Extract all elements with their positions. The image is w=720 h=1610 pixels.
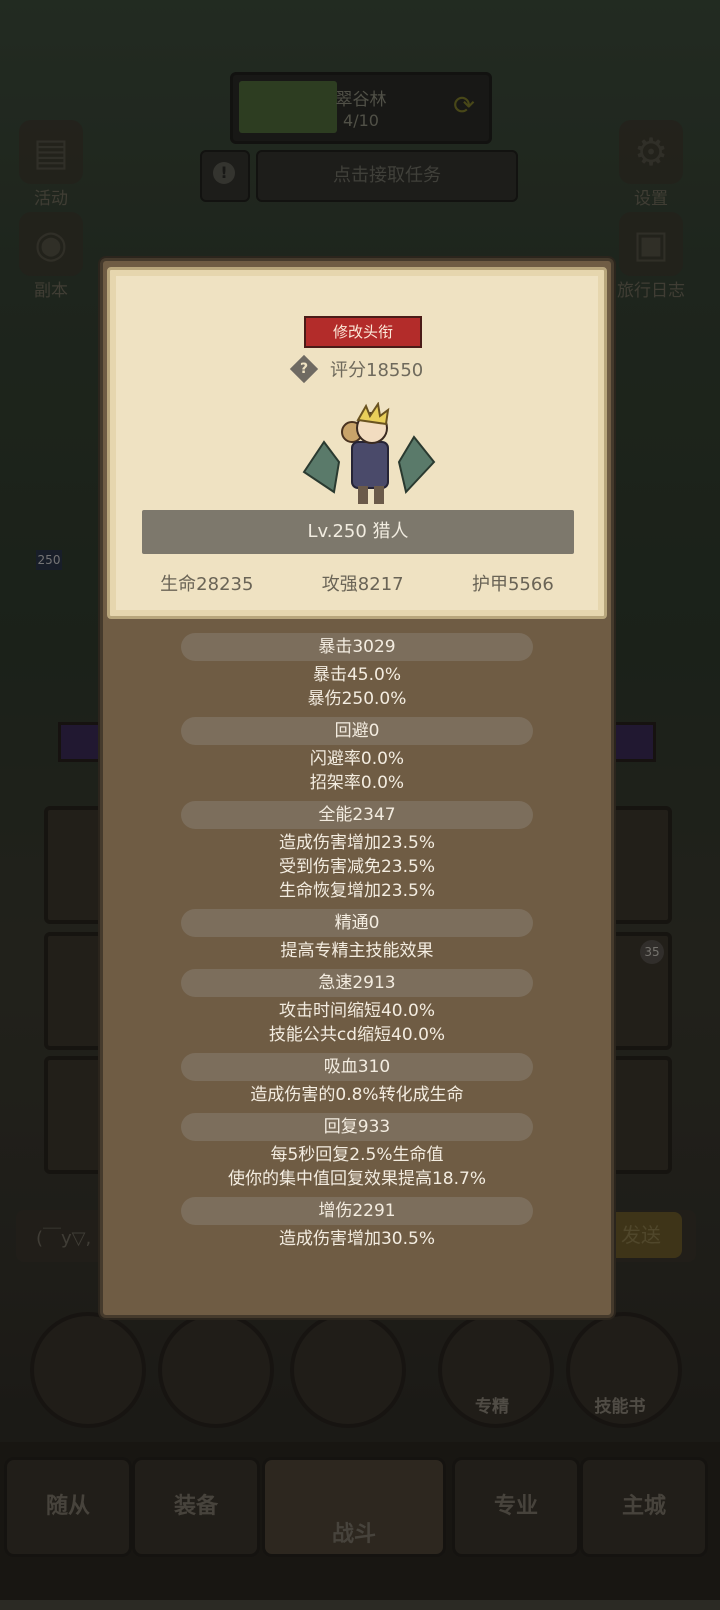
hunter-avatar <box>302 402 436 504</box>
stat-group-regen: 回复933 每5秒回复2.5%生命值 使你的集中值回复效果提高18.7% <box>103 1113 611 1191</box>
stat-header: 吸血310 <box>181 1053 533 1081</box>
stat-group-damage-bonus: 增伤2291 造成伤害增加30.5% <box>103 1197 611 1251</box>
stat-line: 闪避率0.0% <box>309 749 405 769</box>
stat-line: 生命恢复增加23.5% <box>278 881 435 901</box>
stat-header: 精通0 <box>181 909 533 937</box>
stat-line: 造成伤害增加23.5% <box>278 833 435 853</box>
stat-line: 受到伤害减免23.5% <box>278 857 435 877</box>
stat-header: 暴击3029 <box>181 633 533 661</box>
stat-line: 造成伤害增加30.5% <box>278 1229 435 1249</box>
attack-power-stat: 攻强8217 <box>321 574 404 595</box>
score-row: ? 评分18550 <box>289 354 424 384</box>
help-icon[interactable]: ? <box>289 354 319 384</box>
stat-line: 使你的集中值回复效果提高18.7% <box>227 1169 486 1189</box>
stat-header: 回复933 <box>181 1113 533 1141</box>
profile-card: 修改头衔 ? 评分18550 Lv.250 猎人 生命28235 攻强8217 … <box>107 267 607 619</box>
character-stats-modal: 修改头衔 ? 评分18550 Lv.250 猎人 生命28235 攻强8217 … <box>100 258 614 1318</box>
stat-list: 暴击3029 暴击45.0% 暴伤250.0% 回避0 闪避率0.0% 招架率0… <box>103 633 611 1257</box>
stat-group-lifesteal: 吸血310 造成伤害的0.8%转化成生命 <box>103 1053 611 1107</box>
stat-header: 全能2347 <box>181 801 533 829</box>
stat-header: 回避0 <box>181 717 533 745</box>
stat-line: 提高专精主技能效果 <box>280 941 434 961</box>
score-value: 评分18550 <box>330 360 424 381</box>
armor-stat: 护甲5566 <box>471 574 554 595</box>
stat-group-crit: 暴击3029 暴击45.0% 暴伤250.0% <box>103 633 611 711</box>
stat-line: 每5秒回复2.5%生命值 <box>270 1145 444 1165</box>
stat-line: 造成伤害的0.8%转化成生命 <box>250 1085 464 1105</box>
stat-line: 攻击时间缩短40.0% <box>278 1001 435 1021</box>
stat-line: 招架率0.0% <box>309 773 405 793</box>
core-stats: 生命28235 攻强8217 护甲5566 <box>110 570 604 596</box>
stat-line: 技能公共cd缩短40.0% <box>268 1025 446 1045</box>
stat-group-haste: 急速2913 攻击时间缩短40.0% 技能公共cd缩短40.0% <box>103 969 611 1047</box>
level-class-bar: Lv.250 猎人 <box>142 510 574 554</box>
stat-header: 急速2913 <box>181 969 533 997</box>
stat-group-avoidance: 回避0 闪避率0.0% 招架率0.0% <box>103 717 611 795</box>
stat-line: 暴击45.0% <box>312 665 401 685</box>
stat-group-mastery: 精通0 提高专精主技能效果 <box>103 909 611 963</box>
stat-group-versatility: 全能2347 造成伤害增加23.5% 受到伤害减免23.5% 生命恢复增加23.… <box>103 801 611 903</box>
stat-line: 暴伤250.0% <box>307 689 407 709</box>
stat-header: 增伤2291 <box>181 1197 533 1225</box>
edit-title-button[interactable]: 修改头衔 <box>304 316 422 348</box>
health-stat: 生命28235 <box>160 574 254 595</box>
